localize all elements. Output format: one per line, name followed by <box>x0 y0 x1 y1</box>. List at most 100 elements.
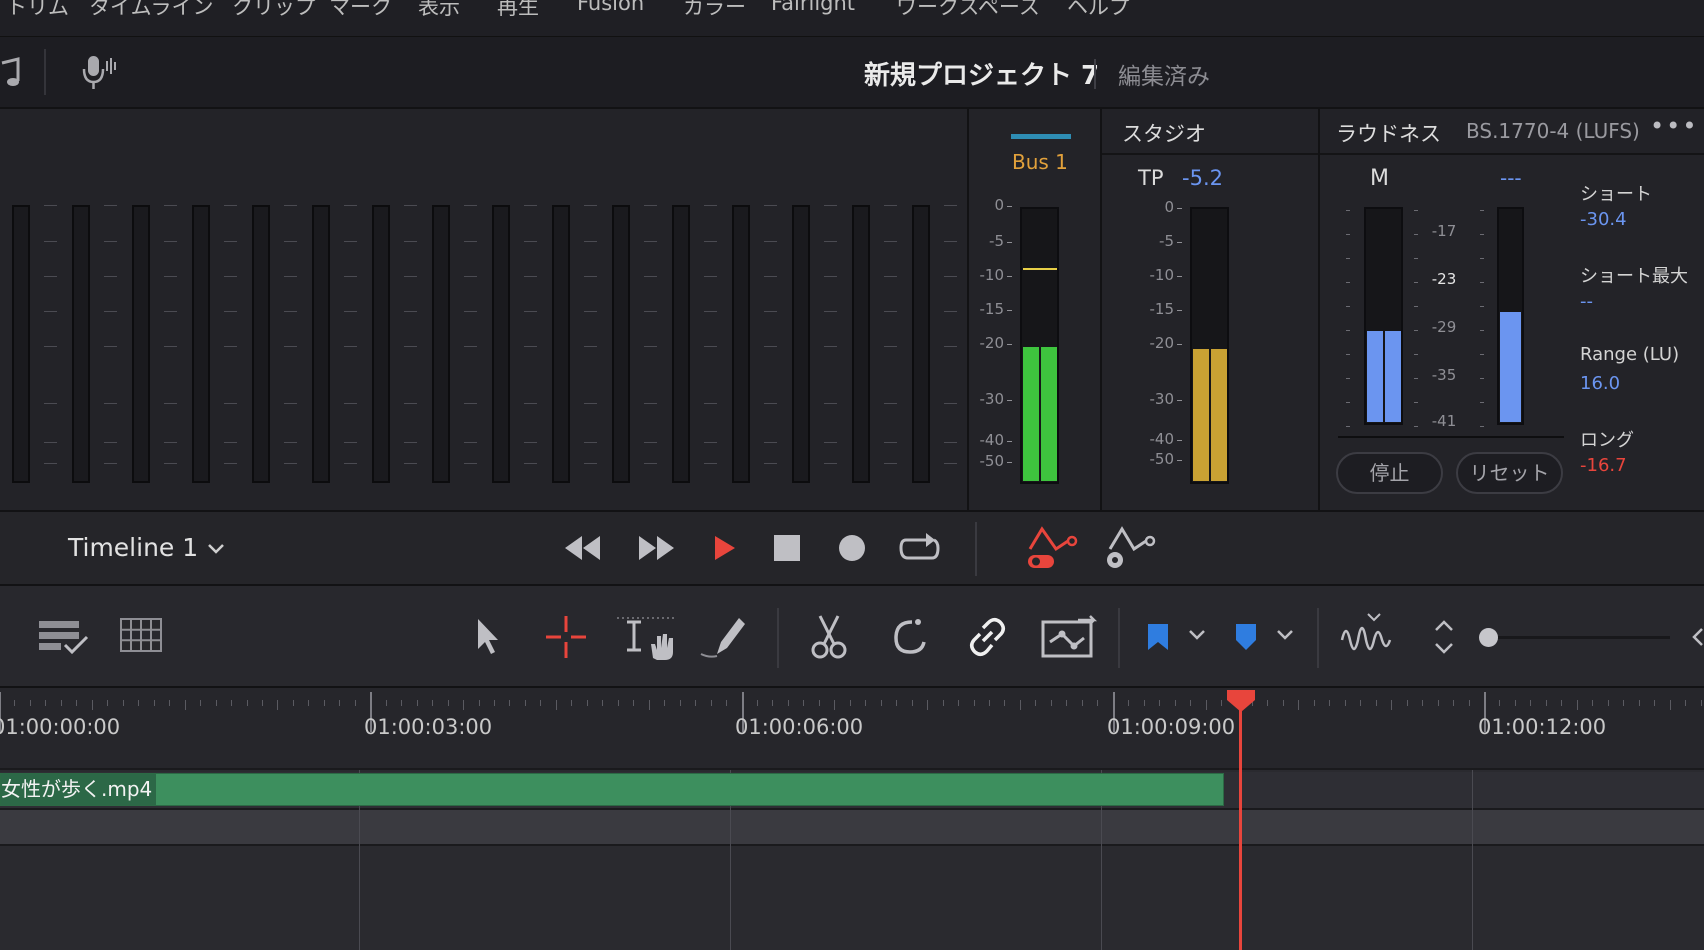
meter-tick <box>164 276 177 277</box>
ruler-tick <box>1391 700 1392 710</box>
selection-pointer-icon[interactable] <box>474 617 502 657</box>
chevron-down-icon[interactable] <box>206 542 226 556</box>
meter-tick <box>464 442 477 443</box>
marker-icon[interactable] <box>1234 622 1258 652</box>
stop-icon[interactable] <box>773 534 801 562</box>
meter-tick <box>584 463 597 464</box>
flag-icon[interactable] <box>1146 622 1170 652</box>
position-lock-icon[interactable] <box>1040 614 1098 660</box>
meter-tick <box>524 442 537 443</box>
loudness-scale-tick <box>1346 426 1350 427</box>
edit-selection-hand-icon[interactable] <box>617 614 679 662</box>
range-selection-icon[interactable] <box>544 614 588 660</box>
channel-strip-meter <box>432 205 450 483</box>
automation-settings-icon[interactable] <box>1102 525 1158 571</box>
menu-clip[interactable]: クリップ <box>232 0 316 21</box>
meter-scale-label: -10 <box>979 266 1005 284</box>
meter-tick <box>284 442 297 443</box>
more-options-icon[interactable]: ••• <box>1650 112 1698 140</box>
link-icon[interactable] <box>966 614 1006 658</box>
flag-dropdown-chevron-icon[interactable] <box>1187 628 1207 642</box>
meter-tick <box>164 346 177 347</box>
ruler-tick <box>324 700 325 706</box>
record-icon[interactable] <box>837 533 867 563</box>
snapping-icon[interactable] <box>888 614 928 658</box>
short-max-value: -- <box>1580 291 1593 312</box>
menu-timeline[interactable]: タイムライン <box>89 0 214 21</box>
menu-playback[interactable]: 再生 <box>497 0 539 21</box>
ruler-tick <box>355 700 356 706</box>
channel-strip-meter <box>192 205 210 483</box>
fast-forward-icon[interactable] <box>636 532 676 564</box>
meter-tick <box>704 276 717 277</box>
timeline-name[interactable]: Timeline 1 <box>68 533 198 562</box>
meter-tick <box>344 205 357 206</box>
long-value: -16.7 <box>1580 455 1627 476</box>
loudness-meter-baseline <box>1338 436 1564 438</box>
loudness-standard[interactable]: BS.1770-4 (LUFS) <box>1466 119 1640 143</box>
ruler-timecode: 01:00:09:00 <box>1107 715 1236 739</box>
ruler-tick <box>1190 700 1191 706</box>
automation-toggle-icon[interactable] <box>1026 525 1082 571</box>
loudness-scale-tick <box>1414 210 1418 211</box>
pencil-icon[interactable] <box>699 614 747 660</box>
ruler-tick <box>943 700 944 706</box>
menu-trim[interactable]: トリム <box>6 0 69 21</box>
grid-view-icon[interactable] <box>119 617 163 655</box>
chevron-left-icon[interactable] <box>1690 626 1704 648</box>
ruler-tick <box>386 700 387 706</box>
ruler-tick <box>927 700 928 710</box>
playhead-line[interactable] <box>1239 698 1242 950</box>
ruler-tick <box>1345 700 1346 706</box>
meter-scale-tick <box>1007 400 1012 401</box>
reset-button[interactable]: リセット <box>1456 452 1563 494</box>
menu-color[interactable]: カラー <box>683 0 746 21</box>
studio-meter-right-level <box>1211 349 1227 481</box>
microphone-icon[interactable] <box>80 53 120 93</box>
meter-tick <box>584 311 597 312</box>
loudness-scale-tick <box>1414 402 1418 403</box>
channel-strip-meter <box>852 205 870 483</box>
meter-tick <box>104 241 117 242</box>
menu-mark[interactable]: マーク <box>329 0 392 21</box>
meter-tick <box>884 442 897 443</box>
channel-strip-meter <box>612 205 630 483</box>
zoom-slider-track[interactable] <box>1488 636 1670 639</box>
ruler-tick <box>819 700 820 706</box>
meter-tick <box>104 463 117 464</box>
waveform-zoom-icon[interactable] <box>1340 612 1396 660</box>
meter-tick <box>44 442 57 443</box>
ruler-tick <box>185 700 186 710</box>
ruler-tick <box>1515 700 1516 706</box>
ruler-tick <box>293 700 294 706</box>
marker-dropdown-chevron-icon[interactable] <box>1275 628 1295 642</box>
meter-tick <box>344 241 357 242</box>
timeline-grid-line <box>1472 770 1473 950</box>
rewind-icon[interactable] <box>563 532 603 564</box>
video-clip[interactable]: 女性が歩く.mp4 <box>0 773 1224 806</box>
play-icon[interactable] <box>712 533 738 563</box>
playhead-handle-icon[interactable] <box>1225 688 1257 714</box>
ruler-tick <box>417 700 418 706</box>
short-term-meter-level <box>1500 312 1521 422</box>
music-note-icon[interactable] <box>0 55 22 91</box>
meter-tick <box>824 205 837 206</box>
menu-fairlight[interactable]: Fairlight <box>771 0 855 15</box>
menu-fusion[interactable]: Fusion <box>577 0 644 15</box>
ruler-tick <box>1128 700 1129 706</box>
stop-button[interactable]: 停止 <box>1336 452 1443 494</box>
meter-tick <box>944 442 957 443</box>
menu-help[interactable]: ヘルプ <box>1067 0 1130 21</box>
blade-scissors-icon[interactable] <box>810 614 848 660</box>
timeline-view-options-icon[interactable] <box>37 619 89 655</box>
loop-icon[interactable] <box>898 530 942 566</box>
meter-tick <box>464 311 477 312</box>
meter-tick <box>704 241 717 242</box>
menu-view[interactable]: 表示 <box>418 0 460 21</box>
zoom-slider-handle[interactable] <box>1479 628 1498 647</box>
menu-workspace[interactable]: ワークスペース <box>896 0 1040 21</box>
vertical-zoom-icon[interactable] <box>1432 618 1456 656</box>
panel-divider <box>1318 109 1320 512</box>
ruler-tick <box>61 700 62 706</box>
studio-meter-left-level <box>1193 349 1209 481</box>
